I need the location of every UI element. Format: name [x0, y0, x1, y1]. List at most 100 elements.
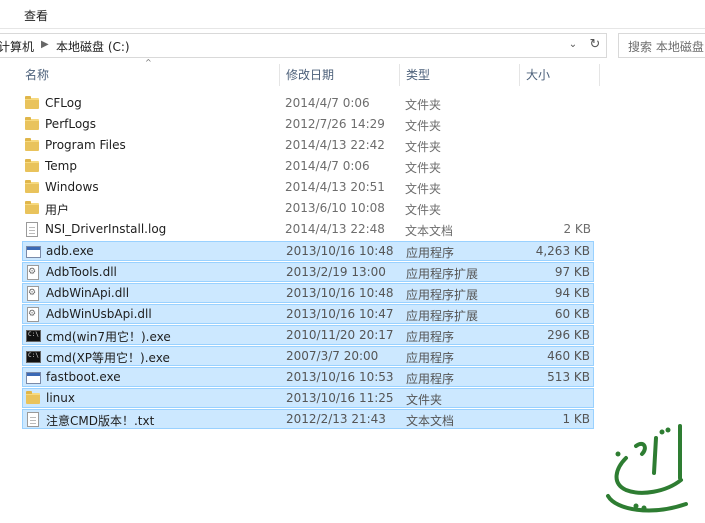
- file-type: 文件夹: [405, 182, 442, 196]
- file-modified: 2007/3/7 20:00: [286, 349, 379, 363]
- file-size: 60 KB: [554, 307, 590, 321]
- column-header-size[interactable]: 大小: [526, 66, 550, 86]
- file-size: 296 KB: [547, 328, 590, 342]
- file-name: AdbWinUsbApi.dll: [46, 307, 152, 321]
- file-name: AdbTools.dll: [46, 265, 117, 279]
- file-size: 94 KB: [554, 286, 590, 300]
- file-size: 513 KB: [547, 370, 590, 384]
- file-modified: 2012/2/13 21:43: [286, 412, 386, 426]
- ribbon: 查看: [0, 0, 705, 29]
- dll-icon: [27, 286, 39, 301]
- cmd-icon: [26, 351, 41, 363]
- file-row[interactable]: AdbWinApi.dll 2013/10/16 10:48 应用程序扩展 94 KB: [22, 283, 594, 303]
- file-row[interactable]: AdbTools.dll 2013/2/19 13:00 应用程序扩展 97 KB: [22, 262, 594, 282]
- tab-view[interactable]: 查看: [24, 7, 48, 24]
- folder-icon: [25, 159, 39, 172]
- file-size: 460 KB: [547, 349, 590, 363]
- file-name: Program Files: [45, 138, 126, 152]
- file-row[interactable]: Windows 2014/4/13 20:51 文件夹: [22, 178, 594, 198]
- file-name: fastboot.exe: [46, 370, 121, 384]
- address-history-chevron-icon[interactable]: ⌄: [565, 37, 581, 53]
- file-type: 文件夹: [405, 98, 442, 112]
- folder-icon: [25, 117, 39, 130]
- file-size: 4,263 KB: [535, 244, 590, 258]
- file-size: 97 KB: [554, 265, 590, 279]
- file-name: PerfLogs: [45, 117, 97, 131]
- sort-ascending-icon: ^: [145, 58, 152, 67]
- folder-icon: [25, 180, 39, 193]
- file-row[interactable]: adb.exe 2013/10/16 10:48 应用程序 4,263 KB: [22, 241, 594, 261]
- file-type: 文件夹: [405, 119, 442, 133]
- column-divider[interactable]: [279, 64, 280, 86]
- file-name: 用户: [45, 203, 70, 217]
- calligraphy-watermark-icon: [606, 424, 688, 513]
- file-row[interactable]: Program Files 2014/4/13 22:42 文件夹: [22, 136, 594, 156]
- exe-icon: [26, 372, 41, 384]
- file-modified: 2013/10/16 10:53: [286, 370, 394, 384]
- breadcrumb-computer[interactable]: 计算机: [0, 38, 34, 55]
- file-modified: 2013/2/19 13:00: [286, 265, 386, 279]
- file-type: 文件夹: [406, 393, 443, 407]
- folder-icon: [26, 391, 40, 404]
- file-name: 注意CMD版本！.txt: [46, 414, 155, 428]
- address-row: 计算机 ▶ 本地磁盘 (C:) ⌄ ↻ 搜索 本地磁盘: [0, 31, 705, 59]
- file-name: Windows: [45, 180, 99, 194]
- file-modified: 2014/4/7 0:06: [285, 96, 370, 110]
- file-modified: 2014/4/13 22:48: [285, 222, 385, 236]
- file-row[interactable]: fastboot.exe 2013/10/16 10:53 应用程序 513 KB: [22, 367, 594, 387]
- file-type: 应用程序扩展: [406, 288, 479, 302]
- breadcrumb-separator-icon[interactable]: ▶: [41, 39, 49, 50]
- file-modified: 2013/10/16 10:47: [286, 307, 394, 321]
- file-row[interactable]: linux 2013/10/16 11:25 文件夹: [22, 388, 594, 408]
- column-header-type[interactable]: 类型: [406, 66, 430, 86]
- file-modified: 2013/10/16 11:25: [286, 391, 394, 405]
- file-row[interactable]: CFLog 2014/4/7 0:06 文件夹: [22, 94, 594, 114]
- text-file-icon: [27, 412, 39, 427]
- address-bar[interactable]: 计算机 ▶ 本地磁盘 (C:) ⌄: [0, 33, 607, 58]
- search-placeholder: 搜索 本地磁盘: [628, 40, 704, 54]
- folder-icon: [25, 201, 39, 214]
- column-divider[interactable]: [519, 64, 520, 86]
- file-row[interactable]: Temp 2014/4/7 0:06 文件夹: [22, 157, 594, 177]
- dll-icon: [27, 265, 39, 280]
- file-modified: 2010/11/20 20:17: [286, 328, 394, 342]
- search-box[interactable]: 搜索 本地磁盘: [618, 33, 705, 58]
- file-name: NSI_DriverInstall.log: [45, 222, 167, 236]
- file-name: cmd(win7用它！).exe: [46, 330, 171, 344]
- column-header-modified[interactable]: 修改日期: [286, 66, 334, 86]
- dll-icon: [27, 307, 39, 322]
- file-size: 2 KB: [563, 222, 591, 236]
- file-type: 应用程序: [406, 351, 455, 365]
- file-row[interactable]: cmd(XP等用它！).exe 2007/3/7 20:00 应用程序 460 KB: [22, 346, 594, 366]
- file-modified: 2012/7/26 14:29: [285, 117, 385, 131]
- file-type: 文件夹: [405, 203, 442, 217]
- refresh-button[interactable]: ↻: [584, 33, 607, 58]
- file-row[interactable]: PerfLogs 2012/7/26 14:29 文件夹: [22, 115, 594, 135]
- file-type: 文件夹: [405, 140, 442, 154]
- file-modified: 2014/4/13 20:51: [285, 180, 385, 194]
- column-divider[interactable]: [399, 64, 400, 86]
- file-type: 文本文档: [406, 414, 455, 428]
- column-divider[interactable]: [599, 64, 600, 86]
- file-modified: 2013/10/16 10:48: [286, 286, 394, 300]
- file-type: 应用程序: [406, 246, 455, 260]
- file-row[interactable]: AdbWinUsbApi.dll 2013/10/16 10:47 应用程序扩展 60…: [22, 304, 594, 324]
- file-name: cmd(XP等用它！).exe: [46, 351, 170, 365]
- file-row[interactable]: NSI_DriverInstall.log 2014/4/13 22:48 文本文档…: [22, 220, 594, 240]
- file-name: AdbWinApi.dll: [46, 286, 130, 300]
- file-name: Temp: [45, 159, 77, 173]
- text-file-icon: [26, 222, 38, 237]
- file-name: CFLog: [45, 96, 82, 110]
- file-size: 1 KB: [562, 412, 590, 426]
- file-row[interactable]: cmd(win7用它！).exe 2010/11/20 20:17 应用程序 296 …: [22, 325, 594, 345]
- breadcrumb-local-disk[interactable]: 本地磁盘 (C:): [56, 38, 130, 55]
- exe-icon: [26, 246, 41, 258]
- file-row[interactable]: 注意CMD版本！.txt 2012/2/13 21:43 文本文档 1 KB: [22, 409, 594, 429]
- file-name: adb.exe: [46, 244, 94, 258]
- file-row[interactable]: 用户 2013/6/10 10:08 文件夹: [22, 199, 594, 219]
- file-type: 应用程序: [406, 330, 455, 344]
- column-header-name[interactable]: 名称: [25, 66, 49, 86]
- cmd-icon: [26, 330, 41, 342]
- file-modified: 2014/4/7 0:06: [285, 159, 370, 173]
- refresh-icon: ↻: [589, 37, 601, 52]
